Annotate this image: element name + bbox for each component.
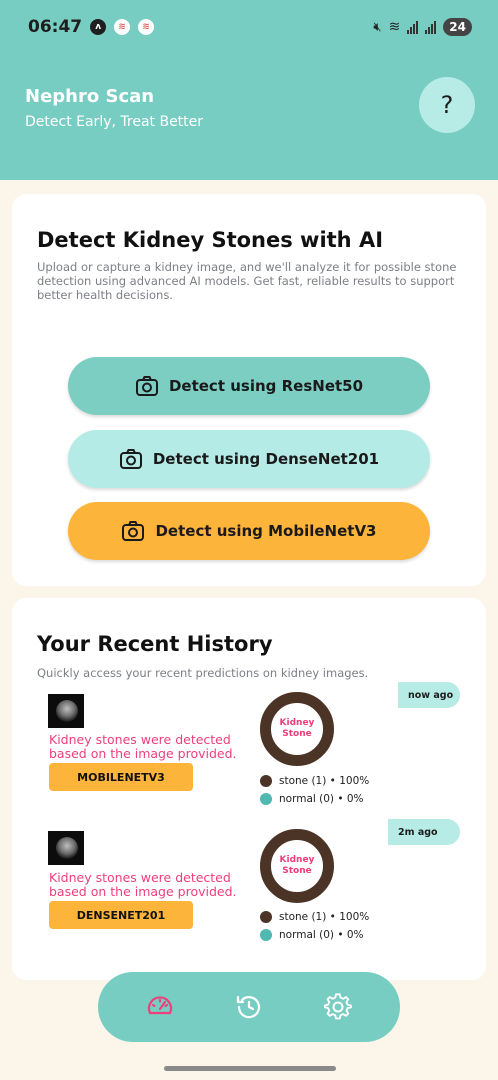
status-time: 06:47: [28, 17, 83, 37]
camera-icon: [122, 521, 145, 541]
history-item[interactable]: 2m ago Kidney stones were detected based…: [12, 819, 486, 954]
detect-resnet50-label: Detect using ResNet50: [168, 377, 364, 395]
bottom-navigation: [98, 972, 400, 1042]
detect-card: Detect Kidney Stones with AI Upload or c…: [12, 194, 486, 586]
legend-stone: stone (1) • 100%: [260, 775, 369, 787]
donut-label-line1: Kidney: [279, 718, 315, 728]
camera-icon: [135, 376, 158, 396]
camera-icon: [119, 449, 142, 469]
legend-normal-text: normal (0) • 0%: [279, 929, 364, 941]
history-icon[interactable]: [233, 991, 265, 1023]
history-card: Your Recent History Quickly access your …: [12, 598, 486, 980]
prediction-donut-chart: Kidney Stone: [260, 692, 334, 766]
detect-card-description: Upload or capture a kidney image, and we…: [37, 260, 457, 302]
history-time-badge: now ago: [398, 682, 460, 708]
detect-card-title: Detect Kidney Stones with AI: [37, 228, 384, 252]
donut-label-line2: Stone: [282, 729, 312, 739]
settings-icon[interactable]: [322, 991, 354, 1023]
history-item[interactable]: now ago Kidney stones were detected base…: [12, 682, 486, 817]
donut-label: Kidney Stone: [280, 718, 315, 740]
donut-label-line2: Stone: [282, 866, 312, 876]
stone-legend-dot: [260, 911, 272, 923]
legend-normal: normal (0) • 0%: [260, 793, 364, 805]
kidney-image-thumbnail: [48, 831, 84, 865]
home-indicator[interactable]: [164, 1066, 336, 1071]
legend-stone-text: stone (1) • 100%: [279, 911, 370, 923]
legend-stone: stone (1) • 100%: [260, 911, 369, 923]
kidney-image-thumbnail: [48, 694, 84, 728]
help-button[interactable]: ?: [419, 77, 475, 133]
history-card-description: Quickly access your recent predictions o…: [37, 666, 369, 680]
donut-label: Kidney Stone: [280, 855, 315, 877]
battery-indicator: 24: [443, 18, 472, 36]
wifi-icon: ≋: [388, 19, 401, 35]
history-result-text: Kidney stones were detected based on the…: [49, 870, 237, 899]
detect-mobilenetv3-button[interactable]: Detect using MobileNetV3: [68, 502, 430, 560]
detect-resnet50-button[interactable]: Detect using ResNet50: [68, 357, 430, 415]
app-title: Nephro Scan: [25, 86, 155, 107]
mute-icon: 🔇︎: [373, 19, 382, 35]
normal-legend-dot: [260, 793, 272, 805]
wifi-notification-icon-2: ≋: [138, 19, 155, 35]
dashboard-icon[interactable]: [144, 991, 176, 1023]
legend-stone-text: stone (1) • 100%: [279, 775, 370, 787]
status-bar: 06:47 ʌ ≋ ≋ 🔇︎ ≋ 24: [0, 0, 498, 54]
legend-normal: normal (0) • 0%: [260, 929, 364, 941]
status-left: 06:47 ʌ ≋ ≋: [28, 17, 155, 37]
history-result-text: Kidney stones were detected based on the…: [49, 732, 237, 761]
signal-icon: [407, 20, 419, 34]
history-model-badge: DENSENET201: [49, 901, 193, 929]
stone-legend-dot: [260, 775, 272, 787]
wifi-notification-icon: ≋: [114, 19, 131, 35]
prediction-donut-chart: Kidney Stone: [260, 829, 334, 903]
history-model-badge: MOBILENETV3: [49, 763, 193, 791]
history-time-badge: 2m ago: [388, 819, 460, 845]
status-right: 🔇︎ ≋ 24: [373, 18, 472, 36]
app-header: Nephro Scan Detect Early, Treat Better ?: [0, 54, 498, 180]
legend-normal-text: normal (0) • 0%: [279, 793, 364, 805]
signal-icon-2: [425, 20, 437, 34]
donut-label-line1: Kidney: [279, 855, 315, 865]
detect-densenet201-label: Detect using DenseNet201: [152, 450, 380, 468]
detect-mobilenetv3-label: Detect using MobileNetV3: [155, 522, 377, 540]
app-subtitle: Detect Early, Treat Better: [25, 114, 204, 130]
app-notification-icon: ʌ: [90, 19, 107, 35]
history-card-title: Your Recent History: [37, 632, 273, 656]
normal-legend-dot: [260, 929, 272, 941]
detect-densenet201-button[interactable]: Detect using DenseNet201: [68, 430, 430, 488]
